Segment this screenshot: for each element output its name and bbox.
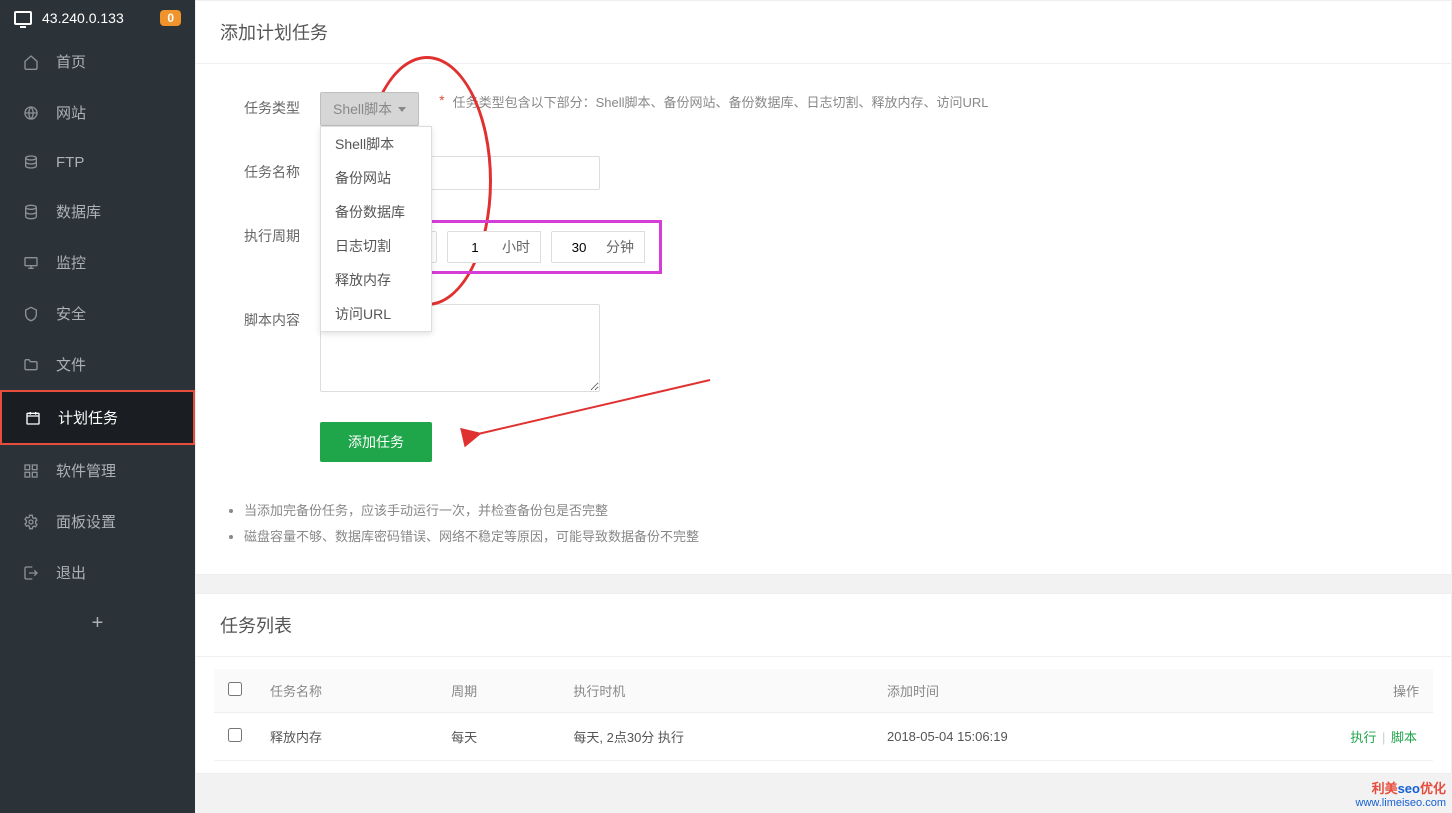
task-type-option[interactable]: 访问URL xyxy=(321,297,431,331)
task-type-option[interactable]: 备份网站 xyxy=(321,161,431,195)
grid-icon xyxy=(22,462,40,480)
sidebar-item-calendar[interactable]: 计划任务 xyxy=(0,390,195,445)
col-header: 执行时机 xyxy=(559,669,873,713)
list-title: 任务列表 xyxy=(196,594,1451,657)
cell-timing: 每天, 2点30分 执行 xyxy=(559,713,873,761)
op-link[interactable]: 脚本 xyxy=(1391,730,1417,745)
submit-button[interactable]: 添加任务 xyxy=(320,422,432,462)
task-type-option[interactable]: 日志切割 xyxy=(321,229,431,263)
row-task-type: 任务类型 Shell脚本 Shell脚本备份网站备份数据库日志切割释放内存访问U… xyxy=(220,92,1427,126)
sidebar-item-label: 文件 xyxy=(56,354,86,375)
panel-title: 添加计划任务 xyxy=(196,1,1451,64)
sidebar-item-label: FTP xyxy=(56,154,84,171)
col-header: 操作 xyxy=(1210,669,1433,713)
col-header: 周期 xyxy=(437,669,559,713)
task-table: 任务名称周期执行时机添加时间操作 释放内存每天每天, 2点30分 执行2018-… xyxy=(214,669,1433,761)
cell-added: 2018-05-04 15:06:19 xyxy=(873,713,1210,761)
sidebar-item-label: 网站 xyxy=(56,102,86,123)
sidebar-item-label: 数据库 xyxy=(56,201,101,222)
minute-unit: 分钟 xyxy=(596,231,645,263)
sidebar-item-grid[interactable]: 软件管理 xyxy=(0,445,195,496)
task-type-value: Shell脚本 xyxy=(333,99,392,119)
table-row: 释放内存每天每天, 2点30分 执行2018-05-04 15:06:19执行 … xyxy=(214,713,1433,761)
add-task-panel: 添加计划任务 任务类型 Shell脚本 Shell脚本备份网站备份数据库日志切割… xyxy=(195,0,1452,575)
cell-period: 每天 xyxy=(437,713,559,761)
sidebar-item-label: 计划任务 xyxy=(58,407,118,428)
sidebar-item-label: 首页 xyxy=(56,51,86,72)
notes-list: 当添加完备份任务，应该手动运行一次，并检查备份包是否完整磁盘容量不够、数据库密码… xyxy=(196,494,1451,574)
row-checkbox[interactable] xyxy=(228,728,242,742)
ftp-icon xyxy=(22,153,40,171)
sidebar-item-exit[interactable]: 退出 xyxy=(0,547,195,598)
label-task-name: 任务名称 xyxy=(220,156,320,182)
sidebar-item-globe[interactable]: 网站 xyxy=(0,87,195,138)
notification-badge[interactable]: 0 xyxy=(160,10,181,26)
database-icon xyxy=(22,203,40,221)
required-star: * xyxy=(439,92,444,108)
calendar-icon xyxy=(24,409,42,427)
select-all-checkbox[interactable] xyxy=(228,682,242,696)
note-item: 磁盘容量不够、数据库密码错误、网络不稳定等原因，可能导致数据备份不完整 xyxy=(244,524,1427,550)
gear-icon xyxy=(22,513,40,531)
nav-list: 首页网站 FTP 数据库监控安全文件计划任务软件管理面板设置退出 xyxy=(0,36,195,598)
add-menu-button[interactable]: + xyxy=(0,598,195,649)
task-type-option[interactable]: 备份数据库 xyxy=(321,195,431,229)
op-link[interactable]: 执行 xyxy=(1350,730,1376,745)
note-item: 当添加完备份任务，应该手动运行一次，并检查备份包是否完整 xyxy=(244,498,1427,524)
sidebar-header: 43.240.0.133 0 xyxy=(0,0,195,36)
label-period: 执行周期 xyxy=(220,220,320,246)
main-content: 添加计划任务 任务类型 Shell脚本 Shell脚本备份网站备份数据库日志切割… xyxy=(195,0,1452,813)
sidebar-item-home[interactable]: 首页 xyxy=(0,36,195,87)
task-type-hint: 任务类型包含以下部分：Shell脚本、备份网站、备份数据库、日志切割、释放内存、… xyxy=(453,92,989,111)
cell-name: 释放内存 xyxy=(256,713,437,761)
sidebar-item-label: 退出 xyxy=(56,562,86,583)
sidebar-item-monitor[interactable]: 监控 xyxy=(0,237,195,288)
cell-ops: 执行 | 脚本 xyxy=(1210,713,1433,761)
task-type-option[interactable]: Shell脚本 xyxy=(321,127,431,161)
server-icon xyxy=(14,11,32,25)
sidebar-item-label: 软件管理 xyxy=(56,460,116,481)
sidebar-item-database[interactable]: 数据库 xyxy=(0,186,195,237)
task-type-select[interactable]: Shell脚本 xyxy=(320,92,419,126)
chevron-down-icon xyxy=(398,107,406,112)
task-list-panel: 任务列表 任务名称周期执行时机添加时间操作 释放内存每天每天, 2点30分 执行… xyxy=(195,593,1452,774)
sidebar-item-shield[interactable]: 安全 xyxy=(0,288,195,339)
sidebar-item-gear[interactable]: 面板设置 xyxy=(0,496,195,547)
col-header: 任务名称 xyxy=(256,669,437,713)
col-header: 添加时间 xyxy=(873,669,1210,713)
label-script: 脚本内容 xyxy=(220,304,320,330)
sidebar-item-folder[interactable]: 文件 xyxy=(0,339,195,390)
label-task-type: 任务类型 xyxy=(220,92,320,118)
watermark: 利美seo优化 www.limeiseo.com xyxy=(1356,778,1446,809)
sidebar-item-label: 监控 xyxy=(56,252,86,273)
col-header xyxy=(214,669,256,713)
sidebar-item-label: 安全 xyxy=(56,303,86,324)
exit-icon xyxy=(22,564,40,582)
shield-icon xyxy=(22,305,40,323)
sidebar-item-label: 面板设置 xyxy=(56,511,116,532)
home-icon xyxy=(22,53,40,71)
folder-icon xyxy=(22,356,40,374)
monitor-icon xyxy=(22,254,40,272)
task-type-option[interactable]: 释放内存 xyxy=(321,263,431,297)
hour-unit: 小时 xyxy=(492,231,541,263)
globe-icon xyxy=(22,104,40,122)
sidebar: 43.240.0.133 0 首页网站 FTP 数据库监控安全文件计划任务软件管理面… xyxy=(0,0,195,813)
task-type-dropdown: Shell脚本备份网站备份数据库日志切割释放内存访问URL xyxy=(320,126,432,332)
sidebar-item-ftp[interactable]: FTP xyxy=(0,138,195,186)
server-ip: 43.240.0.133 xyxy=(42,10,160,26)
